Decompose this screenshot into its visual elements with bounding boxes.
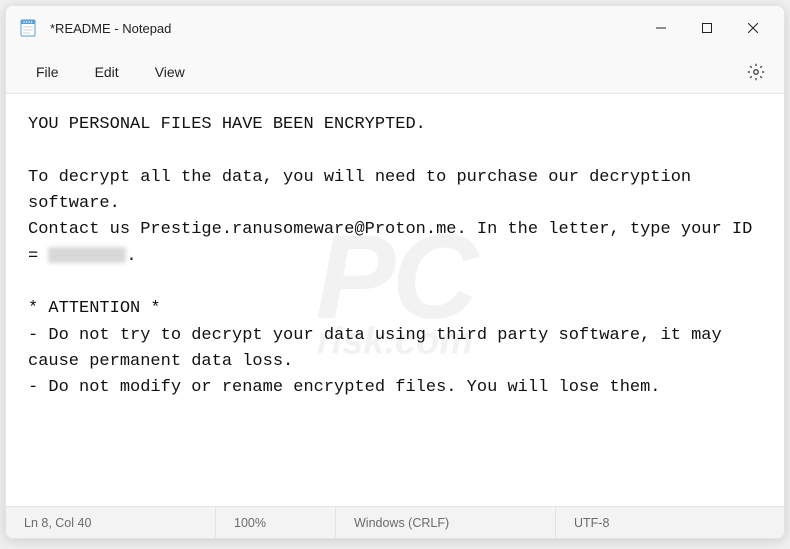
minimize-button[interactable] (638, 12, 684, 44)
status-line-ending: Windows (CRLF) (336, 507, 556, 538)
notepad-icon (18, 18, 38, 38)
text-line: * ATTENTION * (28, 299, 161, 318)
statusbar: Ln 8, Col 40 100% Windows (CRLF) UTF-8 (6, 506, 784, 538)
status-zoom[interactable]: 100% (216, 507, 336, 538)
text-line: Contact us Prestige.ranusomeware@Proton.… (28, 220, 763, 265)
text-line: . (126, 247, 136, 266)
text-line: - Do not try to decrypt your data using … (28, 326, 732, 371)
text-line: YOU PERSONAL FILES HAVE BEEN ENCRYPTED. (28, 115, 426, 134)
menu-view[interactable]: View (137, 58, 203, 86)
menubar: File Edit View (6, 50, 784, 94)
maximize-button[interactable] (684, 12, 730, 44)
window-title: *README - Notepad (50, 21, 638, 36)
text-line: - Do not modify or rename encrypted file… (28, 378, 661, 397)
settings-button[interactable] (740, 56, 772, 88)
status-encoding: UTF-8 (556, 507, 627, 538)
close-button[interactable] (730, 12, 776, 44)
text-editor-area[interactable]: YOU PERSONAL FILES HAVE BEEN ENCRYPTED. … (6, 94, 784, 506)
text-line: To decrypt all the data, you will need t… (28, 168, 701, 213)
titlebar: *README - Notepad (6, 6, 784, 50)
menu-file[interactable]: File (18, 58, 77, 86)
status-cursor-position: Ln 8, Col 40 (6, 507, 216, 538)
menu-edit[interactable]: Edit (77, 58, 137, 86)
notepad-window: *README - Notepad File Edit View YOU PER… (5, 5, 785, 539)
redacted-id (48, 247, 126, 263)
window-controls (638, 12, 776, 44)
